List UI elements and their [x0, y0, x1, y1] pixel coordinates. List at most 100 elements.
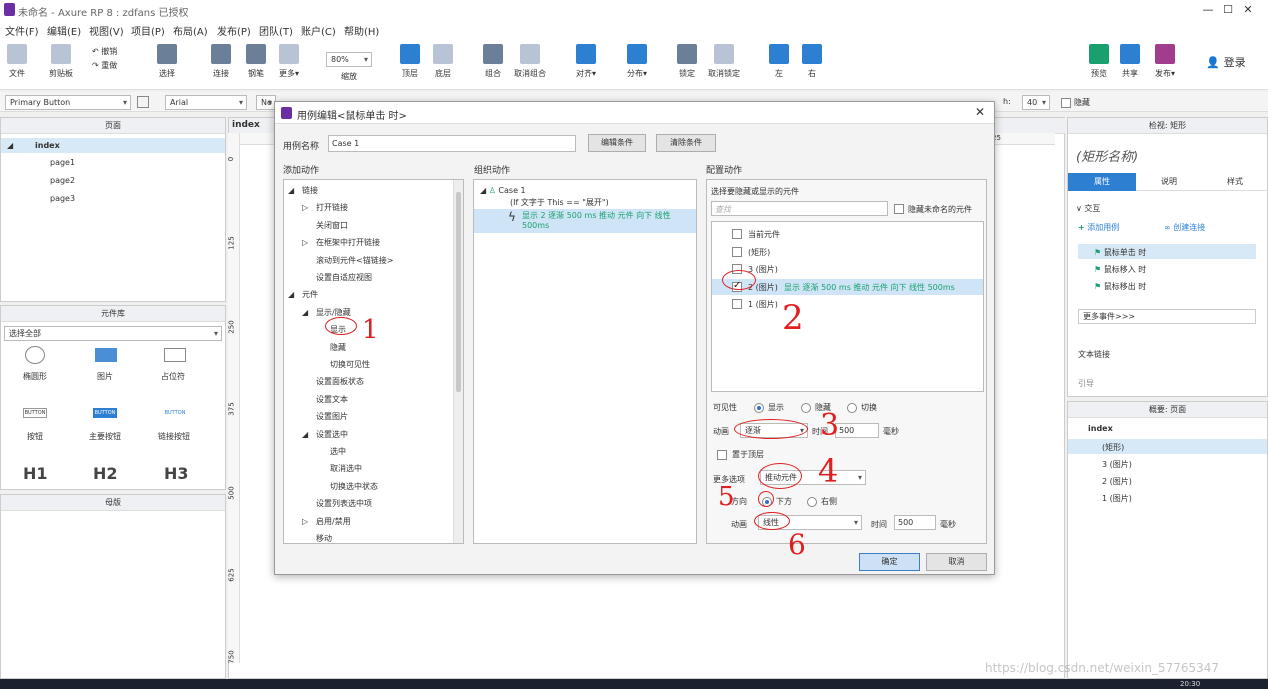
page-item[interactable]: page1 — [50, 158, 75, 167]
expand-right-icon[interactable]: ▷ — [302, 203, 316, 212]
target-row[interactable]: 1 (图片) — [712, 296, 983, 312]
expand-down-icon[interactable]: ◢ — [302, 430, 316, 439]
more-events-select[interactable]: 更多事件>>> — [1078, 309, 1256, 324]
redo-button[interactable]: ↷ 重做 — [92, 60, 124, 71]
select-tool[interactable]: 选择 — [150, 44, 184, 79]
widget-h1[interactable]: H1 — [23, 464, 48, 483]
widget-button[interactable]: 按钮 — [27, 431, 43, 442]
distribute-tool[interactable]: 分布▾ — [622, 44, 652, 79]
publish-button[interactable]: 发布▾ — [1151, 44, 1179, 79]
pen-tool[interactable]: 钢笔 — [243, 44, 269, 79]
action-item[interactable]: 取消选中 — [316, 463, 362, 474]
add-case-link[interactable]: + 添加用例 — [1078, 222, 1119, 233]
menu-publish[interactable]: 发布(P) — [217, 23, 251, 38]
unlock-tool[interactable]: 取消锁定 — [706, 44, 742, 79]
lock-tool[interactable]: 锁定 — [675, 44, 699, 79]
canvas-tab-index[interactable]: index — [232, 120, 260, 130]
action-item[interactable]: 滚动到元件<锚链接> — [302, 255, 393, 266]
widget-primary-button[interactable]: 主要按钮 — [89, 431, 121, 442]
widget-ellipse[interactable]: 椭圆形 — [23, 371, 47, 382]
org-case[interactable]: ◢ ♙ Case 1 — [480, 186, 526, 195]
target-checkbox[interactable] — [732, 299, 742, 309]
align-tool[interactable]: 对齐▾ — [572, 44, 600, 79]
action-item[interactable]: 移动 — [302, 533, 332, 543]
action-item[interactable]: 设置文本 — [302, 394, 348, 405]
event-click[interactable]: ⚑ 鼠标单击 时 — [1094, 247, 1146, 258]
action-item[interactable]: ◢ 设置选中 — [302, 429, 348, 440]
interaction-section[interactable]: ∨ 交互 — [1076, 203, 1100, 214]
action-item[interactable]: 设置图片 — [302, 411, 348, 422]
action-item[interactable]: 隐藏 — [316, 342, 346, 353]
bottom-layer-tool[interactable]: 底层 — [431, 44, 455, 79]
outline-item-rect[interactable]: (矩形) — [1102, 442, 1124, 453]
hidden-checkbox[interactable] — [1061, 98, 1071, 108]
menu-edit[interactable]: 编辑(E) — [47, 23, 81, 38]
action-item[interactable]: 关闭窗口 — [302, 220, 348, 231]
top-layer-tool[interactable]: 顶层 — [398, 44, 422, 79]
target-row[interactable]: 当前元件 — [712, 226, 983, 242]
connect-tool[interactable]: 连接 — [208, 44, 234, 79]
menu-team[interactable]: 团队(T) — [259, 23, 293, 38]
widget-placeholder[interactable]: 占位符 — [161, 371, 185, 382]
widget-image[interactable]: 图片 — [97, 371, 113, 382]
menu-account[interactable]: 账户(C) — [301, 23, 336, 38]
action-item[interactable]: 选中 — [316, 446, 346, 457]
style-select[interactable]: Primary Button — [5, 95, 131, 110]
create-link-link[interactable]: ∞ 创建连接 — [1164, 222, 1205, 233]
cancel-button[interactable]: 取消 — [926, 553, 987, 571]
widget-h3[interactable]: H3 — [164, 464, 189, 483]
file-tool[interactable]: 文件 — [6, 44, 28, 79]
page-item[interactable]: page3 — [50, 194, 75, 203]
search-input[interactable]: 查找 — [711, 201, 888, 216]
direction-right-radio[interactable] — [807, 497, 817, 507]
ok-button[interactable]: 确定 — [859, 553, 920, 571]
visibility-hide-radio[interactable] — [801, 403, 811, 413]
menu-help[interactable]: 帮助(H) — [344, 23, 379, 38]
visibility-toggle-radio[interactable] — [847, 403, 857, 413]
tab-style[interactable]: 样式 — [1202, 173, 1268, 191]
visibility-show-radio[interactable] — [754, 403, 764, 413]
case-name-input[interactable]: Case 1 — [328, 135, 576, 152]
action-item[interactable]: ▷ 打开链接 — [302, 202, 348, 213]
expand-down-icon[interactable]: ◢ — [288, 186, 302, 195]
action-tree-scrollbar[interactable] — [453, 180, 463, 543]
outline-item-image3[interactable]: 3 (图片) — [1102, 459, 1132, 470]
more-tool[interactable]: 更多▾ — [274, 44, 304, 79]
tab-notes[interactable]: 说明 — [1136, 173, 1202, 191]
close-button[interactable]: ✕ — [1228, 2, 1268, 18]
target-row[interactable]: (矩形) — [712, 244, 983, 260]
time2-input[interactable]: 500 — [894, 515, 936, 530]
preview-button[interactable]: 预览 — [1088, 44, 1110, 79]
action-item[interactable]: 设置列表选中项 — [302, 498, 372, 509]
outline-root[interactable]: index — [1088, 424, 1113, 433]
align-right-tool[interactable]: 右 — [801, 44, 823, 79]
action-item[interactable]: ▷ 启用/禁用 — [302, 516, 351, 527]
expand-down-icon[interactable]: ◢ — [302, 308, 316, 317]
action-item[interactable]: 设置自适应视图 — [302, 272, 372, 283]
clear-condition-button[interactable]: 清除条件 — [656, 134, 716, 152]
target-checkbox[interactable] — [732, 246, 742, 257]
share-button[interactable]: 共享 — [1119, 44, 1141, 79]
expand-right-icon[interactable]: ▷ — [302, 238, 316, 247]
height-input[interactable]: 40 — [1022, 95, 1050, 110]
action-item[interactable]: 切换可见性 — [316, 359, 370, 370]
widget-link-button[interactable]: 链接按钮 — [158, 431, 190, 442]
menu-file[interactable]: 文件(F) — [5, 23, 39, 38]
outline-item-image1[interactable]: 1 (图片) — [1102, 493, 1132, 504]
scroll-thumb[interactable] — [456, 192, 461, 392]
font-style-select[interactable]: No — [256, 95, 276, 110]
dialog-close-icon[interactable]: ✕ — [975, 105, 985, 119]
library-filter-select[interactable]: 选择全部 — [4, 326, 222, 341]
action-item[interactable]: 设置面板状态 — [302, 376, 364, 387]
shape-name-field[interactable]: (矩形名称) — [1076, 146, 1138, 165]
action-item[interactable]: ▷ 在框架中打开链接 — [302, 237, 380, 248]
time-input[interactable]: 500 — [835, 423, 879, 438]
undo-button[interactable]: ↶ 撤销 — [92, 46, 124, 57]
tab-properties[interactable]: 属性 — [1068, 173, 1136, 191]
action-item[interactable]: 切换选中状态 — [316, 481, 378, 492]
font-select[interactable]: Arial — [165, 95, 247, 110]
action-item[interactable]: ◢ 链接 — [288, 185, 318, 196]
ungroup-tool[interactable]: 取消组合 — [512, 44, 548, 79]
page-item[interactable]: page2 — [50, 176, 75, 185]
bring-top-checkbox[interactable] — [717, 450, 727, 460]
